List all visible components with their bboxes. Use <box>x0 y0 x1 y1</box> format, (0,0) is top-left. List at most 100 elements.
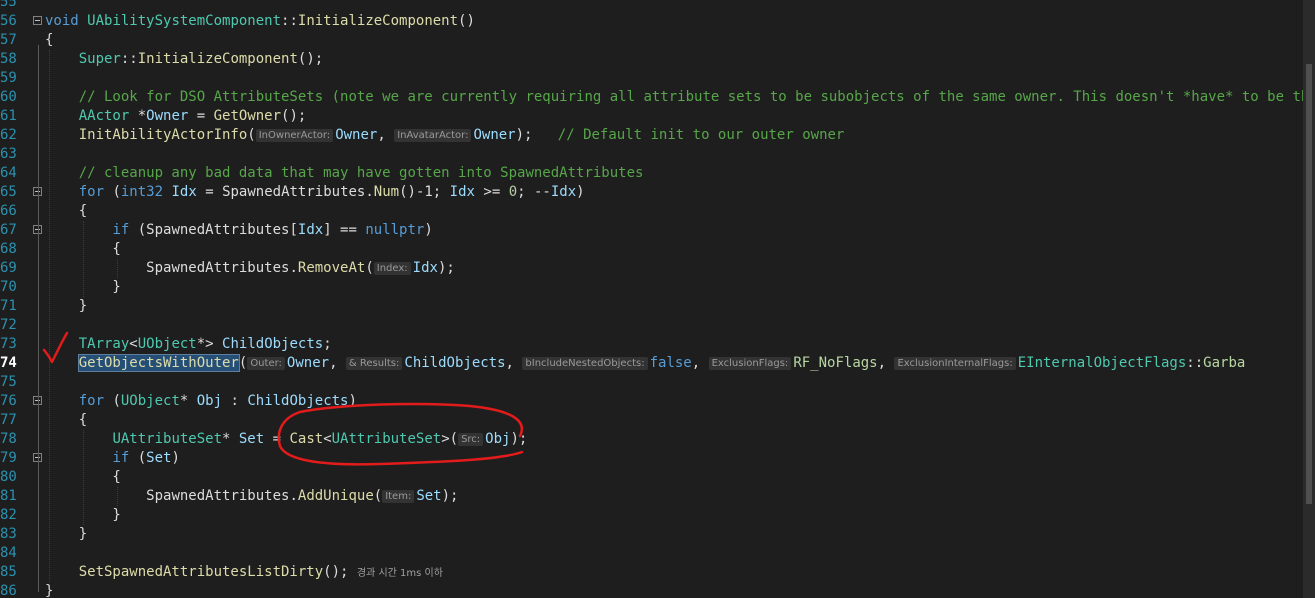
line-number: 64 <box>0 165 17 181</box>
line-number: 68 <box>0 241 17 257</box>
code-token: (); <box>281 108 307 124</box>
code-line[interactable]: 63 <box>0 145 1303 164</box>
code-token: * <box>129 108 147 124</box>
code-token: :: <box>1186 355 1204 371</box>
code-line[interactable]: 74 GetObjectsWithOuter(Outer: Owner, & Re… <box>0 354 1303 373</box>
fold-region-line <box>38 254 39 288</box>
line-number: 76 <box>0 393 17 409</box>
code-line[interactable]: 58 Super::InitializeComponent(); <box>0 50 1303 69</box>
code-token: AActor <box>78 108 130 124</box>
line-number: 66 <box>0 203 17 219</box>
line-number: 55 <box>0 0 17 10</box>
code-token: InitializeComponent <box>297 13 459 29</box>
code-text: Super::InitializeComponent(); <box>45 50 323 69</box>
code-text: TArray<UObject*> ChildObjects; <box>45 335 332 354</box>
code-line[interactable]: 69 SpawnedAttributes.RemoveAt(Index: Idx)… <box>0 259 1303 278</box>
code-text: SetSpawnedAttributesListDirty(); 경과 시간 1… <box>45 563 443 583</box>
code-token: (); <box>323 564 357 580</box>
code-line[interactable]: 79 if (Set) <box>0 449 1303 468</box>
line-number: 62 <box>0 127 17 143</box>
code-text: AActor *Owner = GetOwner(); <box>45 107 307 126</box>
parameter-hint: ExclusionFlags: <box>708 357 792 370</box>
parameter-hint: Outer: <box>247 357 285 370</box>
code-line[interactable]: 57 { <box>0 31 1303 50</box>
line-number: 79 <box>0 450 17 466</box>
code-line[interactable]: 60 // Look for DSO AttributeSets (note w… <box>0 88 1303 107</box>
code-token: // cleanup any bad data that may have go… <box>78 165 644 181</box>
code-line[interactable]: 59 <box>0 69 1303 88</box>
code-line[interactable]: 78 UAttributeSet* Set = Cast<UAttributeS… <box>0 430 1303 449</box>
code-line[interactable]: 73 TArray<UObject*> ChildObjects; <box>0 335 1303 354</box>
code-text: SpawnedAttributes.AddUnique(Item: Set); <box>45 487 458 507</box>
code-token: Obj <box>485 431 511 447</box>
code-line[interactable]: 66 { <box>0 202 1303 221</box>
indent-guide <box>116 259 118 278</box>
code-line[interactable]: 76 for (UObject* Obj : ChildObjects) <box>0 392 1303 411</box>
code-token: Owner <box>286 355 330 371</box>
code-line[interactable]: 83 } <box>0 525 1303 544</box>
code-token: Owner <box>473 127 516 143</box>
code-token: , <box>329 355 346 371</box>
vertical-scrollbar[interactable] <box>1303 0 1315 598</box>
code-line[interactable]: 64 // cleanup any bad data that may have… <box>0 164 1303 183</box>
code-token: *> <box>196 336 223 352</box>
code-text: UAttributeSet* Set = Cast<UAttributeSet>… <box>45 430 527 450</box>
code-token: if <box>112 450 130 466</box>
code-token: 0 <box>508 184 518 200</box>
collapse-icon[interactable] <box>33 16 42 25</box>
code-editor[interactable]: 5556 void UAbilitySystemComponent::Initia… <box>0 0 1303 598</box>
code-line[interactable]: 81 SpawnedAttributes.AddUnique(Item: Set)… <box>0 487 1303 506</box>
code-line[interactable]: 80 { <box>0 468 1303 487</box>
code-line[interactable]: 72 <box>0 316 1303 335</box>
code-token: ()-1; <box>399 184 450 200</box>
code-token: Owner <box>146 108 189 124</box>
code-line[interactable]: 86} <box>0 582 1303 598</box>
code-token: < <box>129 336 138 352</box>
line-number: 86 <box>0 583 17 598</box>
line-number: 72 <box>0 317 17 333</box>
code-token: >( <box>441 431 459 447</box>
code-line[interactable]: 56 void UAbilitySystemComponent::Initiali… <box>0 12 1303 31</box>
code-line[interactable]: 55 <box>0 0 1303 12</box>
line-number: 57 <box>0 32 17 48</box>
code-line[interactable]: 71 } <box>0 297 1303 316</box>
code-token: ; -- <box>517 184 551 200</box>
fold-region-line <box>38 482 39 516</box>
code-line[interactable]: 84 <box>0 544 1303 563</box>
line-number: 60 <box>0 89 17 105</box>
code-token: { <box>45 32 54 48</box>
code-token: , <box>877 355 895 371</box>
code-line[interactable]: 85 SetSpawnedAttributesListDirty(); 경과 시… <box>0 563 1303 582</box>
line-number: 82 <box>0 507 17 523</box>
code-token: :: <box>281 13 298 29</box>
indent-guide <box>116 487 118 506</box>
code-token: < <box>323 431 332 447</box>
code-token: UAbilitySystemComponent <box>87 13 282 29</box>
code-line[interactable]: 67 if (SpawnedAttributes[Idx] == nullptr… <box>0 221 1303 240</box>
scrollbar-thumb[interactable] <box>1306 64 1312 504</box>
code-token: SpawnedAttributes <box>222 184 366 200</box>
code-token: ( <box>129 222 147 238</box>
code-token: = <box>188 108 214 124</box>
code-line[interactable]: 61 AActor *Owner = GetOwner(); <box>0 107 1303 126</box>
indent-guide <box>49 50 51 582</box>
code-line[interactable]: 62 InitAbilityActorInfo(InOwnerActor: Own… <box>0 126 1303 145</box>
code-line[interactable]: 70 } <box>0 278 1303 297</box>
code-token: ); <box>441 488 459 504</box>
code-token: GetOwner <box>213 108 282 124</box>
code-token: , <box>505 355 523 371</box>
code-token: ); <box>515 127 558 143</box>
line-number: 75 <box>0 374 17 390</box>
code-token: UObject <box>120 393 180 409</box>
code-token: * <box>179 393 197 409</box>
code-line[interactable]: 77 { <box>0 411 1303 430</box>
code-token: * <box>222 431 239 447</box>
code-line[interactable]: 65 for (int32 Idx = SpawnedAttributes.Nu… <box>0 183 1303 202</box>
code-line[interactable]: 75 <box>0 373 1303 392</box>
line-number: 73 <box>0 336 17 352</box>
code-line[interactable]: 82 } <box>0 506 1303 525</box>
code-token: Idx <box>449 184 475 200</box>
code-line[interactable]: 68 { <box>0 240 1303 259</box>
